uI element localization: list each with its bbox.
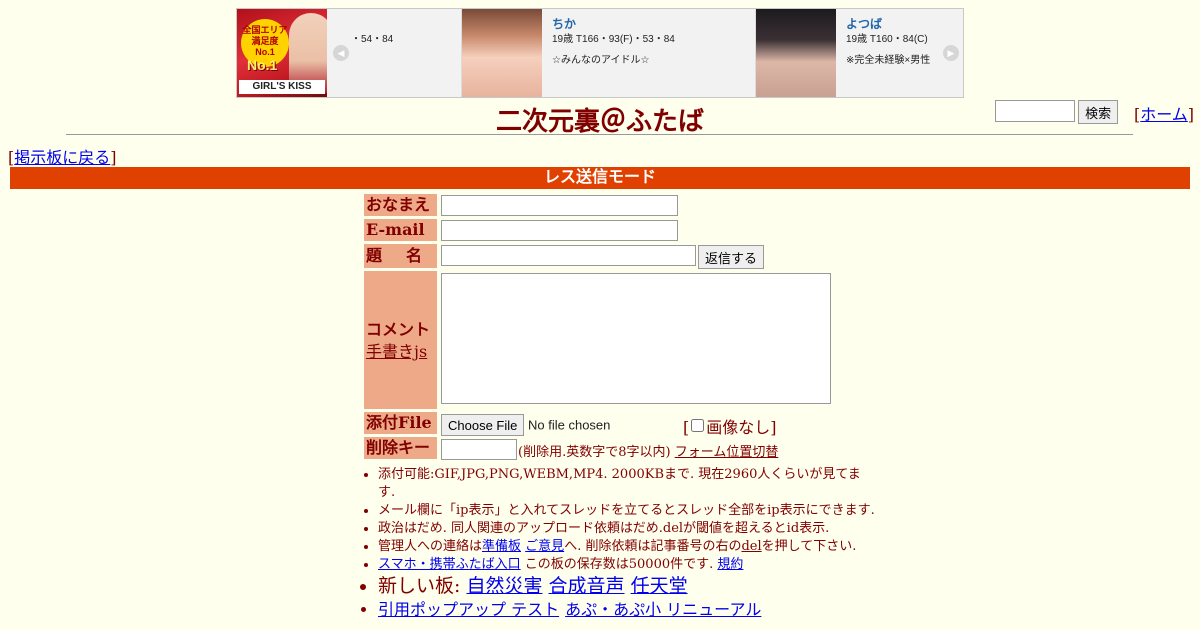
subject-input[interactable] — [441, 245, 696, 266]
rule-text: この板の保存数は50000件です. — [524, 557, 714, 572]
email-label: E-mail — [364, 219, 437, 241]
rule-item: 引用ポップアップ テストあぷ・あぷ小 リニューアル — [378, 599, 876, 620]
delkey-field-wrap — [441, 439, 517, 460]
delete-key-input[interactable] — [441, 439, 517, 460]
new-boards-label: 新しい板: — [378, 575, 461, 597]
name-field-wrap — [441, 195, 678, 216]
mode-banner: レス送信モード — [10, 167, 1190, 189]
rule-item: 添付可能:GIF,JPG,PNG,WEBM,MP4. 2000KBまで. 現在2… — [378, 466, 876, 502]
board-link-synth-voice[interactable]: 合成音声 — [549, 575, 625, 597]
ad-card-yotsuba[interactable]: よつば 19歳 T160・84(C) ※完全未経験×男性 — [755, 9, 942, 97]
comment-field-wrap — [441, 273, 831, 408]
delkey-label: 削除キー — [364, 437, 437, 459]
form-position-toggle-link[interactable]: フォーム位置切替 — [675, 445, 779, 460]
back-nav: [掲示板に戻る] — [8, 148, 117, 167]
choose-file-button[interactable]: Choose File — [441, 414, 525, 436]
no-image-option: [画像なし] — [683, 418, 777, 437]
delkey-note-wrap: (削除用.英数字で8字以内) フォーム位置切替 — [518, 441, 778, 460]
feedback-link[interactable]: ご意見 — [525, 539, 564, 554]
ad-card-stats: ・54・84 — [351, 34, 394, 45]
no-image-checkbox[interactable] — [691, 419, 705, 432]
board-link-nintendo[interactable]: 任天堂 — [631, 575, 688, 597]
terms-link[interactable]: 規約 — [717, 557, 743, 572]
ad-card-stats: 19歳 T166・93(F)・53・84 — [552, 34, 675, 45]
no-image-label: 画像なし — [706, 418, 771, 437]
comment-label-cell: コメント 手書きjs — [364, 271, 437, 409]
del-link[interactable]: del — [741, 539, 761, 554]
file-field: Choose File No file chosen — [441, 414, 610, 436]
board-link-disaster[interactable]: 自然災害 — [466, 575, 542, 597]
name-input[interactable] — [441, 195, 678, 216]
rule-item: 政治はだめ. 同人関連のアップロード依頼はだめ.delが閾値を超えるとid表示. — [378, 520, 876, 538]
rule-text: を押して下さい. — [761, 539, 857, 554]
carousel-prev-icon[interactable]: ◀ — [333, 45, 349, 61]
file-status: No file chosen — [528, 417, 611, 433]
subject-field-wrap: 返信する — [441, 245, 765, 269]
handwrite-link[interactable]: 手書きjs — [366, 342, 427, 361]
file-label: 添付File — [364, 412, 437, 434]
ad-card-photo — [462, 9, 542, 97]
email-field-wrap — [441, 220, 678, 241]
search-form: 検索 — [995, 100, 1119, 124]
prep-board-link[interactable]: 準備板 — [482, 539, 521, 554]
search-input[interactable] — [995, 100, 1075, 122]
rule-item: 管理人への連絡は準備板 ご意見へ. 削除依頼は記事番号の右のdelを押して下さい… — [378, 538, 876, 556]
search-button[interactable]: 検索 — [1078, 100, 1119, 124]
rule-text: 管理人への連絡は — [378, 539, 483, 554]
rules-list: 添付可能:GIF,JPG,PNG,WEBM,MP4. 2000KBまで. 現在2… — [360, 466, 876, 620]
divider — [66, 134, 1133, 135]
home-nav: [ホーム] — [1134, 105, 1195, 124]
ad-logo[interactable]: 全国エリア 満足度 No.1 No.1 GIRL'S KISS — [237, 9, 327, 97]
carousel-next-icon[interactable]: ▶ — [943, 45, 959, 61]
home-link[interactable]: ホーム — [1140, 105, 1188, 124]
new-boards-item: 新しい板: 自然災害 合成音声 任天堂 — [378, 574, 876, 599]
quote-popup-test-link[interactable]: 引用ポップアップ テスト — [378, 600, 559, 619]
rule-item: スマホ・携帯ふたば入口 この板の保存数は50000件です. 規約 — [378, 556, 876, 574]
mobile-entry-link[interactable]: スマホ・携帯ふたば入口 — [378, 557, 521, 572]
delkey-note: (削除用.英数字で8字以内) — [518, 445, 671, 460]
ad-card-stats: 19歳 T160・84(C) — [846, 34, 928, 45]
ad-card-catch: ☆みんなのアイドル☆ — [552, 55, 650, 66]
back-to-board-link[interactable]: 掲示板に戻る — [14, 148, 110, 167]
ad-banner[interactable]: 全国エリア 満足度 No.1 No.1 GIRL'S KISS ・54・84 ◀… — [236, 8, 964, 98]
ad-card-chika[interactable]: ちか 19歳 T166・93(F)・53・84 ☆みんなのアイドル☆ — [461, 9, 754, 97]
name-label: おなまえ — [364, 194, 437, 216]
subject-label: 題 名 — [364, 244, 437, 268]
reply-submit-button[interactable]: 返信する — [698, 245, 765, 269]
ad-card-photo — [756, 9, 836, 97]
ad-card-catch: ※完全未経験×男性 — [846, 55, 931, 66]
ad-logo-no1: No.1 — [247, 57, 278, 73]
comment-label: コメント — [366, 320, 431, 339]
email-input[interactable] — [441, 220, 678, 241]
comment-textarea[interactable] — [441, 273, 831, 404]
ad-logo-brand: GIRL'S KISS — [239, 80, 325, 94]
rule-item: メール欄に「ip表示」と入れてスレッドを立てるとスレッド全部をip表示にできます… — [378, 502, 876, 520]
rule-text: へ. 削除依頼は記事番号の右の — [564, 539, 742, 554]
upload-renewal-link[interactable]: あぷ・あぷ小 リニューアル — [565, 600, 761, 619]
